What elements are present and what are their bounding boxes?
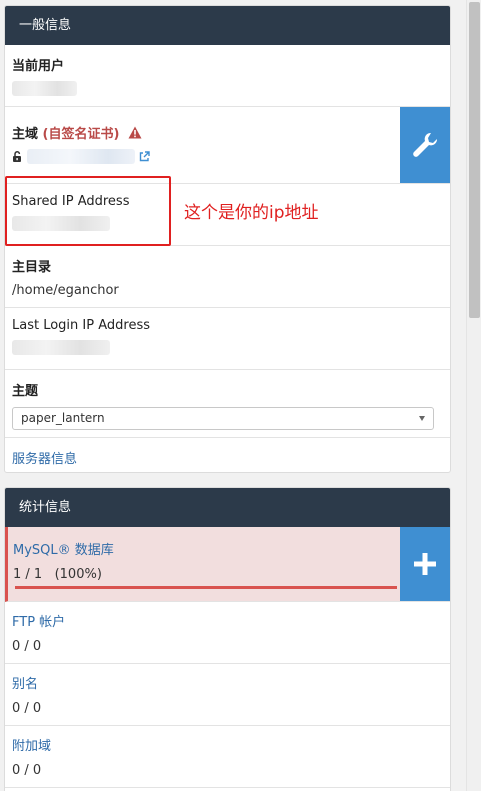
stat-value-aliases: 0 / 0 (12, 701, 42, 716)
theme-select-value: paper_lantern (21, 411, 105, 425)
plus-icon (414, 553, 436, 575)
home-directory-row: 主目录 /home/eganchor (5, 246, 450, 308)
mysql-usage-bar (15, 586, 397, 589)
stat-row-aliases: 别名 0 / 0 (5, 664, 450, 726)
panel-header-general: 一般信息 (5, 6, 450, 45)
last-login-ip-row: Last Login IP Address (5, 308, 450, 370)
self-signed-note: (自签名证书) (42, 127, 120, 142)
server-info-row: 服务器信息 (5, 438, 450, 472)
annotation-highlight-box (5, 176, 171, 246)
chevron-down-icon (419, 416, 425, 421)
main-domain-row: 主域 (自签名证书) (5, 107, 450, 184)
unlock-icon (13, 151, 21, 162)
stat-row-addon-domains: 附加域 0 / 0 (5, 726, 450, 788)
main-domain-value (12, 149, 442, 164)
stat-row-ftp: FTP 帐户 0 / 0 (5, 602, 450, 664)
page: 一般信息 当前用户 主域 (自签名证书) Shared IP Address 主… (0, 0, 481, 791)
page-scrollbar[interactable] (466, 0, 481, 791)
add-database-button[interactable] (400, 527, 450, 601)
warning-icon (128, 126, 142, 139)
stat-value-mysql: 1 / 1 (100%) (13, 567, 102, 582)
current-user-value-redacted (12, 81, 77, 96)
home-directory-label: 主目录 (12, 260, 52, 275)
wrench-icon (413, 132, 438, 157)
statistics-panel: 统计信息 MySQL® 数据库 1 / 1 (100%) FTP 帐户 0 / … (4, 487, 451, 791)
current-user-label: 当前用户 (12, 59, 65, 74)
panel-header-stats: 统计信息 (5, 488, 450, 527)
main-domain-label: 主域 (自签名证书) (12, 123, 442, 142)
external-link-icon[interactable] (139, 151, 150, 162)
last-login-ip-value-redacted (12, 340, 110, 355)
stat-value-addon-domains: 0 / 0 (12, 763, 42, 778)
scrollbar-thumb[interactable] (469, 2, 480, 318)
annotation-text: 这个是你的ip地址 (184, 203, 319, 223)
stat-row-mysql: MySQL® 数据库 1 / 1 (100%) (5, 527, 450, 602)
home-directory-value: /home/eganchor (12, 283, 119, 298)
last-login-ip-label: Last Login IP Address (12, 318, 150, 333)
server-info-link[interactable]: 服务器信息 (12, 452, 77, 467)
stat-label-addon-domains[interactable]: 附加域 (12, 735, 442, 754)
stat-label-mysql[interactable]: MySQL® 数据库 (13, 539, 442, 558)
current-user-row: 当前用户 (5, 45, 450, 107)
main-domain-label-text: 主域 (12, 127, 39, 142)
stat-label-aliases[interactable]: 别名 (12, 673, 442, 692)
main-domain-redacted (27, 149, 136, 164)
stat-value-ftp: 0 / 0 (12, 639, 42, 654)
theme-select[interactable]: paper_lantern (12, 407, 434, 430)
theme-row: 主题 paper_lantern (5, 370, 450, 438)
domain-wrench-button[interactable] (400, 107, 450, 183)
stat-label-ftp[interactable]: FTP 帐户 (12, 611, 442, 630)
theme-label: 主题 (12, 384, 39, 399)
